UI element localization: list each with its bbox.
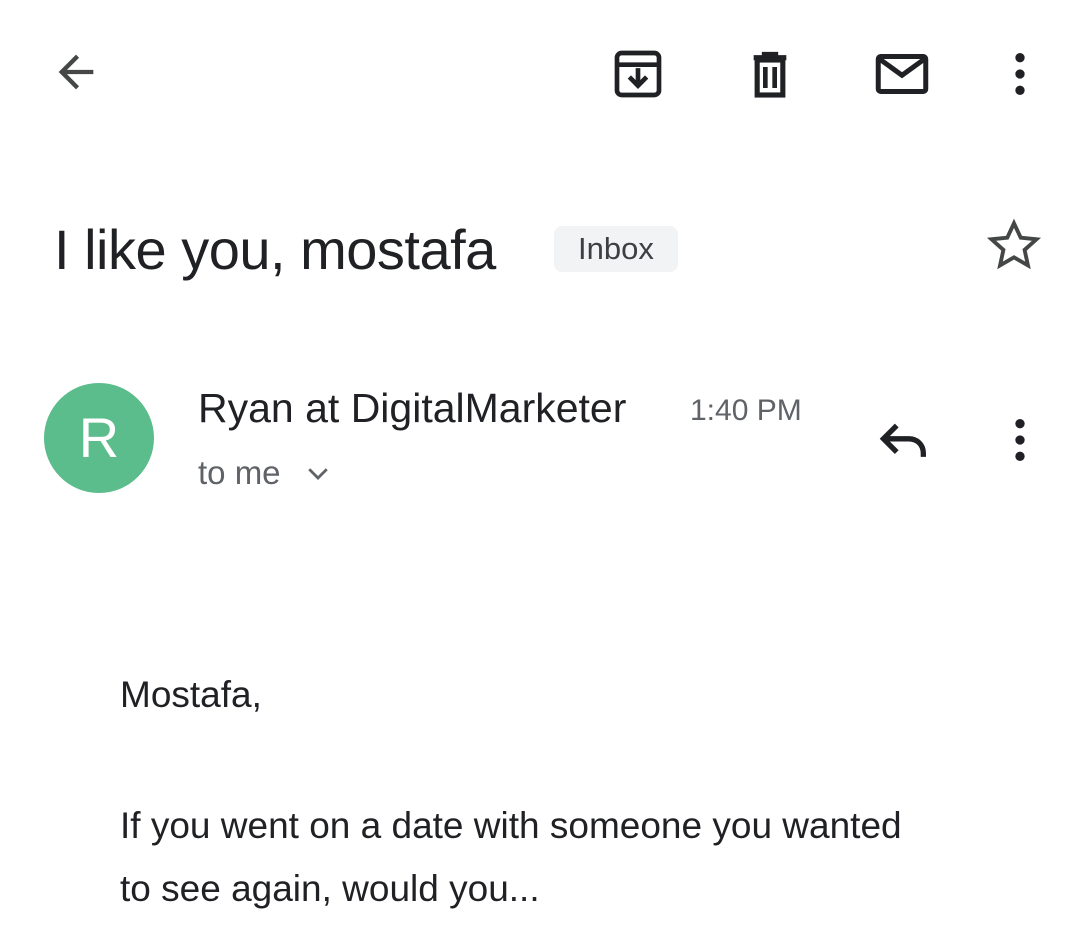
mail-icon (875, 54, 929, 94)
arrow-back-icon (58, 54, 94, 90)
sender-name: Ryan at DigitalMarketer (198, 385, 627, 431)
star-outline-icon (986, 218, 1042, 270)
back-button[interactable] (40, 36, 112, 108)
recipients-toggle[interactable]: to me (198, 448, 333, 498)
archive-button[interactable] (602, 38, 674, 110)
star-button[interactable] (978, 210, 1050, 282)
archive-icon (614, 50, 662, 98)
more-vertical-icon (1015, 419, 1025, 461)
chevron-down-icon (303, 458, 333, 488)
recipients-label: to me (198, 454, 281, 491)
more-vertical-icon (1015, 53, 1025, 95)
more-options-button[interactable] (990, 38, 1050, 110)
reply-icon (879, 423, 926, 457)
delete-icon (753, 51, 787, 98)
sender-avatar[interactable]: R (44, 383, 154, 493)
delete-button[interactable] (734, 38, 806, 110)
email-body-paragraph: If you went on a date with someone you w… (120, 805, 902, 909)
message-time: 1:40 PM (690, 394, 802, 427)
email-body-greeting: Mostafa, (120, 674, 262, 715)
email-subject: I like you, mostafa (54, 218, 496, 281)
reply-button[interactable] (868, 404, 940, 476)
message-more-options-button[interactable] (990, 404, 1050, 476)
inbox-label-chip[interactable]: Inbox (554, 226, 678, 272)
mark-unread-button[interactable] (866, 38, 938, 110)
